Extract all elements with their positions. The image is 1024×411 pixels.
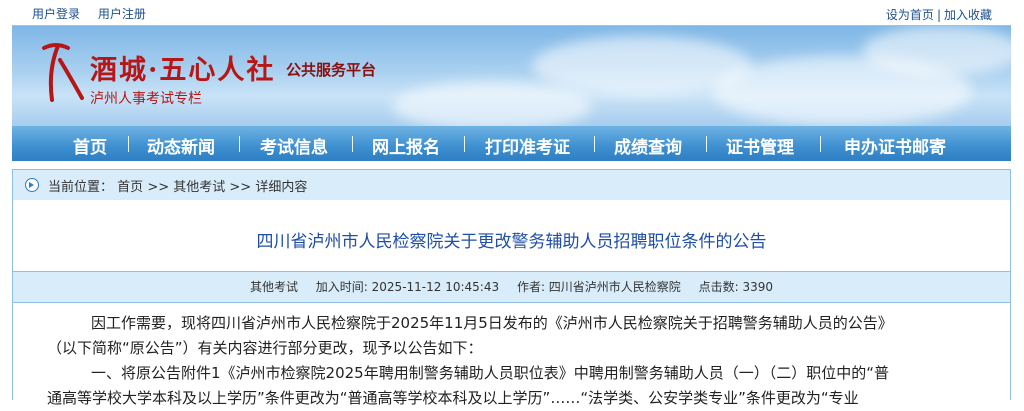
meta-category: 其他考试 [249,280,298,294]
body-line: 通高等学校大学本科及以上学历”条件更改为“普通高等学校本科及以上学历”……“法学… [47,389,859,407]
main-nav: 首页 动态新闻 考试信息 网上报名 打印准考证 成绩查询 证书管理 申办证书邮寄 [12,126,1011,161]
breadcrumb-current: 详细内容 [255,180,308,195]
meta-views: 点击数: 3390 [698,280,774,294]
nav-news[interactable]: 动态新闻 [147,133,215,158]
nav-exam-info[interactable]: 考试信息 [260,133,328,158]
body-line: 一、将原公告附件1《泸州市检察院2025年聘用制警务辅助人员职位表》中聘用制警务… [91,364,889,382]
logo-icon [42,43,84,102]
register-link[interactable]: 用户注册 [98,7,146,21]
breadcrumb-separator: >> [229,180,252,195]
site-title: 酒城·五心人社 [90,55,276,86]
meta-time: 加入时间: 2025-11-12 10:45:43 [315,280,500,294]
nav-certificate-mail[interactable]: 申办证书邮寄 [844,133,946,158]
login-link[interactable]: 用户登录 [32,7,80,21]
body-line: （以下简称“原公告”）有关内容进行部分更改，现予以公告如下： [47,339,483,357]
article-meta: 其他考试 加入时间: 2025-11-12 10:45:43 作者: 四川省泸州… [13,271,1010,303]
breadcrumb-prefix: 当前位置： [48,180,114,195]
breadcrumb-category[interactable]: 其他考试 [173,180,225,195]
article-title: 四川省泸州市人民检察院关于更改警务辅助人员招聘职位条件的公告 [256,232,767,252]
account-links: 用户登录 用户注册 [32,5,160,22]
header-banner: 酒城·五心人社 公共服务平台 泸州人事考试专栏 [12,25,1011,126]
link-separator: | [936,8,941,22]
set-home-link[interactable]: 设为首页 [886,8,934,22]
nav-score-query[interactable]: 成绩查询 [614,133,682,158]
site-links: 设为首页 | 加入收藏 [886,6,992,23]
nav-print-admission[interactable]: 打印准考证 [485,133,570,158]
body-line: 因工作需要，现将四川省泸州市人民检察院于2025年11月5日发布的《泸州市人民检… [91,314,893,332]
top-bar: 用户登录 用户注册 设为首页 | 加入收藏 [0,0,1024,25]
breadcrumb: 当前位置： 首页 >> 其他考试 >> 详细内容 [12,169,1011,201]
nav-certificate[interactable]: 证书管理 [726,133,794,158]
breadcrumb-separator: >> [147,180,170,195]
breadcrumb-home[interactable]: 首页 [117,180,143,195]
meta-author: 作者: 四川省泸州市人民检察院 [516,280,681,294]
nav-online-registration[interactable]: 网上报名 [372,133,440,158]
article-container: 四川省泸州市人民检察院关于更改警务辅助人员招聘职位条件的公告 其他考试 加入时间… [12,200,1011,407]
site-tagline: 泸州人事考试专栏 [90,91,202,107]
location-icon [25,178,39,192]
nav-home[interactable]: 首页 [73,133,107,158]
article-body: 因工作需要，现将四川省泸州市人民检察院于2025年11月5日发布的《泸州市人民检… [47,311,969,411]
site-subtitle: 公共服务平台 [286,61,377,79]
bookmark-link[interactable]: 加入收藏 [944,8,992,22]
